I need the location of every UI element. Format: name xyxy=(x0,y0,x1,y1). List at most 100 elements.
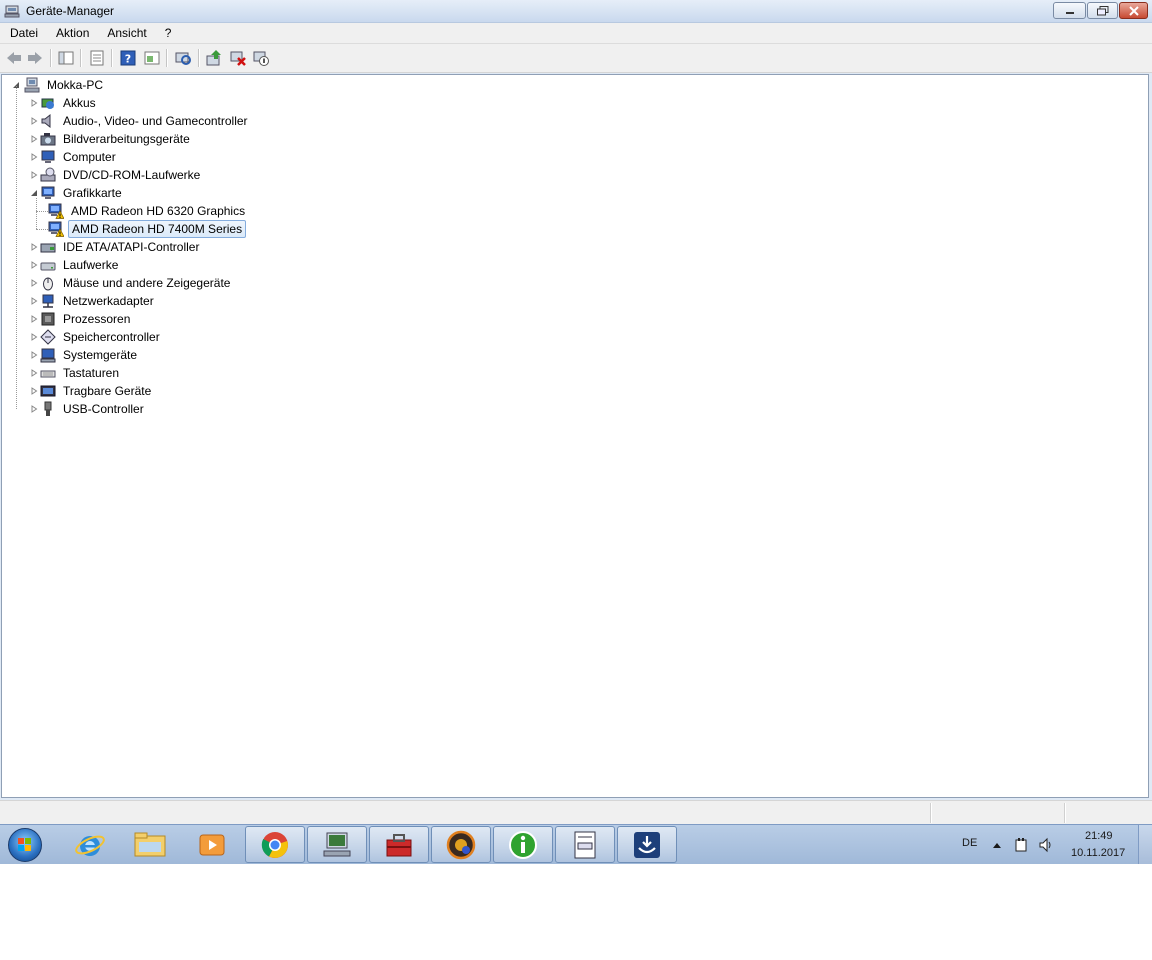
expand-triangle-icon[interactable] xyxy=(30,243,38,251)
expand-triangle-icon[interactable] xyxy=(30,117,38,125)
collapse-triangle-icon[interactable] xyxy=(30,189,38,197)
taskbar-internet-explorer[interactable] xyxy=(60,826,120,863)
windows-explorer-icon xyxy=(134,832,166,856)
tree-category-row[interactable]: IDE ATA/ATAPI-Controller xyxy=(28,238,202,256)
tree-category-row[interactable]: Laufwerke xyxy=(28,256,121,274)
expand-triangle-icon[interactable] xyxy=(30,351,38,359)
taskbar-explorer[interactable] xyxy=(120,826,180,863)
tree-category-label: Grafikkarte xyxy=(63,186,122,200)
expand-triangle-icon[interactable] xyxy=(30,171,38,179)
taskbar-toolbox[interactable] xyxy=(369,826,429,863)
tree-category-row[interactable]: Prozessoren xyxy=(28,310,133,328)
tree-category-row[interactable]: Akkus xyxy=(28,94,99,112)
tree-category-row[interactable]: Bildverarbeitungsgeräte xyxy=(28,130,193,148)
taskbar-info-app[interactable] xyxy=(493,826,553,863)
media-player-icon xyxy=(199,834,225,855)
tree-category-label: Tastaturen xyxy=(63,366,120,380)
tree-category-label: DVD/CD-ROM-Laufwerke xyxy=(63,168,201,182)
tree-category-row[interactable]: Speichercontroller xyxy=(28,328,163,346)
taskbar-gaming-app[interactable] xyxy=(431,826,491,863)
tree-category-row[interactable]: DVD/CD-ROM-Laufwerke xyxy=(28,166,203,184)
expand-triangle-icon[interactable] xyxy=(30,297,38,305)
expand-triangle-icon[interactable] xyxy=(30,315,38,323)
status-separator xyxy=(930,803,932,823)
display-adapter-warning-icon xyxy=(48,221,64,237)
back-arrow-icon[interactable] xyxy=(5,49,23,67)
language-indicator[interactable]: DE xyxy=(962,837,977,849)
window-title: Geräte-Manager xyxy=(26,4,115,18)
expand-triangle-icon[interactable] xyxy=(30,261,38,269)
view-icon[interactable] xyxy=(143,49,161,67)
expand-triangle-icon[interactable] xyxy=(30,333,38,341)
battery-icon xyxy=(41,98,54,109)
menu-aktion[interactable]: Aktion xyxy=(48,26,97,40)
system-devices-icon xyxy=(40,348,56,363)
title-bar[interactable]: Geräte-Manager xyxy=(0,0,1152,23)
taskbar-media-player[interactable] xyxy=(182,826,242,863)
properties-list-icon[interactable] xyxy=(88,49,106,67)
toolbar-separator xyxy=(80,49,82,67)
expand-triangle-icon[interactable] xyxy=(30,405,38,413)
start-button[interactable] xyxy=(8,828,42,862)
expand-triangle-icon[interactable] xyxy=(30,99,38,107)
minimize-button[interactable] xyxy=(1053,2,1086,19)
menu-help[interactable]: ? xyxy=(157,26,180,40)
scan-hardware-icon[interactable] xyxy=(174,49,192,67)
tree-category-row[interactable]: USB-Controller xyxy=(28,400,147,418)
tree-category-row[interactable]: Grafikkarte xyxy=(28,184,125,202)
tree-category-label: Prozessoren xyxy=(63,312,131,326)
close-button[interactable] xyxy=(1119,2,1148,19)
tree-category-row[interactable]: Tragbare Geräte xyxy=(28,382,154,400)
expand-triangle-icon[interactable] xyxy=(30,387,38,395)
restore-icon xyxy=(1096,5,1108,15)
svg-text:?: ? xyxy=(125,53,131,66)
tree-category-row[interactable]: Systemgeräte xyxy=(28,346,140,364)
show-hidden-icons-icon[interactable] xyxy=(992,841,1002,849)
expand-triangle-icon[interactable] xyxy=(30,279,38,287)
forward-arrow-icon[interactable] xyxy=(26,49,44,67)
tree-category-label: Systemgeräte xyxy=(63,348,138,362)
internet-explorer-icon xyxy=(75,835,105,856)
toolbar: ? xyxy=(0,44,1152,73)
clock-time[interactable]: 21:49 xyxy=(1085,830,1113,842)
help-icon[interactable]: ? xyxy=(119,49,137,67)
disable-device-icon[interactable] xyxy=(252,49,270,67)
show-desktop-button[interactable] xyxy=(1138,825,1152,865)
show-hide-console-tree-icon[interactable] xyxy=(57,49,75,67)
menu-datei[interactable]: Datei xyxy=(2,26,46,40)
tree-category-row[interactable]: Audio-, Video- und Gamecontroller xyxy=(28,112,251,130)
status-bar xyxy=(0,800,1152,825)
menu-ansicht[interactable]: Ansicht xyxy=(99,26,154,40)
tree-category-label: Mäuse und andere Zeigegeräte xyxy=(63,276,231,290)
expand-triangle-icon[interactable] xyxy=(30,135,38,143)
power-icon[interactable] xyxy=(1013,837,1029,853)
tree-category-label: Speichercontroller xyxy=(63,330,160,344)
expand-triangle-icon[interactable] xyxy=(30,153,38,161)
update-driver-icon[interactable] xyxy=(205,49,223,67)
taskbar-document-app[interactable] xyxy=(555,826,615,863)
volume-icon[interactable] xyxy=(1038,837,1054,853)
tree-category-row[interactable]: Tastaturen xyxy=(28,364,122,382)
minimize-icon xyxy=(1065,11,1074,14)
network-adapter-icon xyxy=(42,294,54,308)
tree-category-label: Computer xyxy=(63,150,116,164)
tree-device-row[interactable]: AMD Radeon HD 6320 Graphics xyxy=(36,202,248,220)
tree-category-row[interactable]: Mäuse und andere Zeigegeräte xyxy=(28,274,233,292)
close-icon xyxy=(1128,5,1139,16)
tree-device-row[interactable]: AMD Radeon HD 7400M Series xyxy=(36,220,247,238)
taskbar-download-app[interactable] xyxy=(617,826,677,863)
restore-button[interactable] xyxy=(1087,2,1118,19)
toolbar-separator xyxy=(198,49,200,67)
gaming-app-icon xyxy=(446,830,476,859)
device-tree-pane[interactable]: Mokka-PC Akkus Audio-, Video- und Gamecon… xyxy=(1,74,1149,798)
taskbar-device-manager[interactable] xyxy=(307,826,367,863)
tree-root-row[interactable]: Mokka-PC xyxy=(10,76,106,94)
clock-date[interactable]: 10.11.2017 xyxy=(1071,847,1125,859)
tree-category-row[interactable]: Computer xyxy=(28,148,119,166)
tree-category-row[interactable]: Netzwerkadapter xyxy=(28,292,157,310)
status-separator xyxy=(1064,803,1066,823)
usb-icon xyxy=(44,401,52,416)
uninstall-icon[interactable] xyxy=(229,49,247,67)
expand-triangle-icon[interactable] xyxy=(30,369,38,377)
taskbar-chrome[interactable] xyxy=(245,826,305,863)
